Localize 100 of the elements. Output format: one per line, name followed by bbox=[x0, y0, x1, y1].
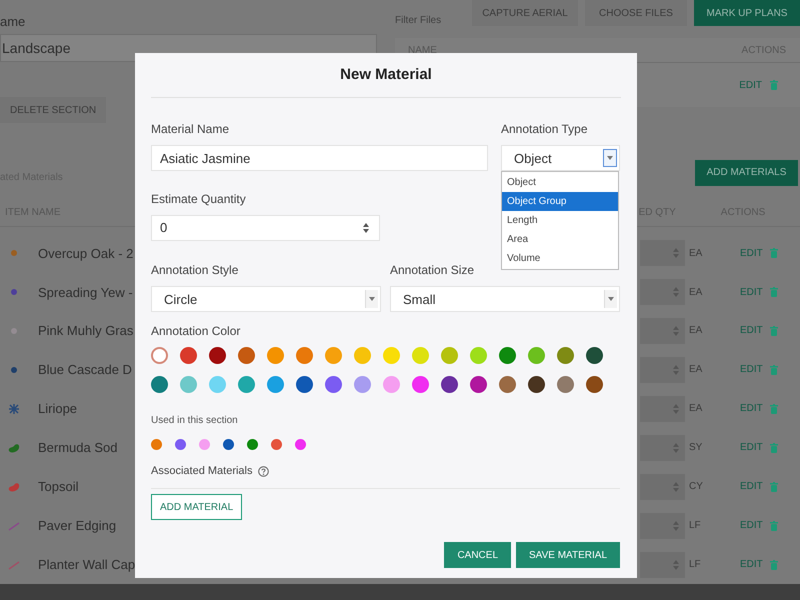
add-material-button[interactable]: ADD MATERIAL bbox=[151, 494, 242, 520]
quantity-field[interactable] bbox=[640, 434, 685, 461]
color-swatch[interactable] bbox=[354, 347, 371, 364]
item-name: Pink Muhly Gras bbox=[38, 323, 134, 338]
color-swatch[interactable] bbox=[528, 376, 545, 393]
trash-icon bbox=[770, 520, 778, 531]
color-swatch[interactable] bbox=[499, 347, 516, 364]
dropdown-option[interactable]: Area bbox=[502, 230, 618, 249]
color-swatch[interactable] bbox=[209, 347, 226, 364]
dialog-title: New Material bbox=[151, 53, 621, 98]
color-swatch[interactable] bbox=[470, 347, 487, 364]
unit-label: SY bbox=[688, 442, 704, 454]
quantity-field[interactable] bbox=[640, 279, 685, 306]
spinner-icon bbox=[673, 442, 679, 453]
color-swatch[interactable] bbox=[470, 376, 487, 393]
color-swatch[interactable] bbox=[180, 347, 197, 364]
color-swatch[interactable] bbox=[383, 347, 400, 364]
delete-section-button[interactable]: DELETE SECTION bbox=[0, 97, 106, 123]
toolbar-button[interactable]: CAPTURE AERIAL bbox=[472, 0, 578, 26]
toolbar-button[interactable]: MARK UP PLANS bbox=[694, 0, 800, 26]
dropdown-option[interactable]: Length bbox=[502, 211, 618, 230]
item-name: Paver Edging bbox=[38, 518, 116, 534]
color-swatch[interactable] bbox=[499, 376, 516, 393]
section-label: Associated Materials bbox=[151, 465, 252, 477]
field-label: Annotation Style bbox=[151, 262, 238, 279]
color-swatch[interactable] bbox=[180, 376, 197, 393]
help-icon bbox=[258, 466, 268, 476]
color-swatch[interactable] bbox=[209, 376, 226, 393]
color-swatch[interactable] bbox=[383, 376, 400, 393]
color-swatch[interactable] bbox=[412, 376, 429, 393]
filter-label: Filter Files bbox=[394, 14, 442, 26]
spinner-icon bbox=[673, 248, 679, 258]
chevron-down-icon bbox=[608, 297, 614, 301]
color-swatch[interactable] bbox=[151, 347, 168, 364]
trash-icon bbox=[770, 442, 778, 453]
trash-icon bbox=[770, 404, 778, 414]
toolbar-button[interactable]: CHOOSE FILES bbox=[585, 0, 687, 26]
trash-icon bbox=[770, 248, 778, 258]
annotation-style-select[interactable]: Circle bbox=[151, 286, 381, 312]
section-label: Used in this section bbox=[151, 414, 239, 428]
item-name: Blue Cascade D bbox=[38, 362, 132, 378]
color-swatch[interactable] bbox=[586, 376, 603, 393]
quantity-field[interactable] bbox=[640, 552, 685, 578]
item-name: Overcup Oak - 2 bbox=[38, 246, 134, 261]
quantity-field[interactable] bbox=[640, 512, 685, 539]
annotation-size-select[interactable]: Small bbox=[390, 286, 620, 312]
spinner-icon bbox=[673, 287, 679, 298]
quantity-field[interactable] bbox=[640, 474, 685, 500]
chevron-down-icon bbox=[607, 156, 613, 160]
color-swatch[interactable] bbox=[412, 347, 429, 364]
cancel-button[interactable]: CANCEL bbox=[444, 542, 512, 568]
save-button[interactable]: SAVE MATERIAL bbox=[516, 542, 620, 568]
material-name-field[interactable]: Asiatic Jasmine bbox=[151, 145, 488, 171]
color-swatch[interactable] bbox=[354, 376, 371, 393]
color-swatch[interactable] bbox=[267, 347, 284, 364]
item-name: Spreading Yew - bbox=[38, 284, 133, 300]
trash-icon bbox=[770, 364, 778, 375]
dropdown-option[interactable]: Volume bbox=[502, 249, 618, 268]
color-swatch[interactable] bbox=[441, 347, 458, 364]
color-swatch[interactable] bbox=[238, 347, 255, 364]
dropdown-option[interactable]: Object Group bbox=[502, 192, 618, 211]
field-label: ame bbox=[0, 14, 26, 30]
annotation-type-select[interactable]: Object bbox=[501, 145, 620, 171]
color-swatch[interactable] bbox=[296, 376, 313, 393]
field-label: Annotation Size bbox=[390, 262, 474, 279]
spinner-icon bbox=[673, 520, 679, 531]
unit-label: LF bbox=[688, 520, 702, 532]
color-swatch[interactable] bbox=[151, 376, 168, 393]
item-name: Liriope bbox=[38, 401, 78, 416]
unit-label: EA bbox=[688, 248, 704, 259]
trash-icon bbox=[770, 482, 778, 492]
edit-link[interactable]: EDIT bbox=[739, 80, 762, 90]
add-materials-button[interactable]: ADD MATERIALS bbox=[695, 160, 798, 186]
spinner-icon bbox=[673, 326, 679, 336]
quantity-field[interactable] bbox=[640, 240, 685, 266]
chevron-down-icon bbox=[369, 297, 375, 301]
dropdown-option[interactable]: Object bbox=[502, 173, 618, 192]
color-swatch[interactable] bbox=[238, 376, 255, 393]
color-swatch[interactable] bbox=[586, 347, 603, 364]
color-swatch[interactable] bbox=[267, 376, 284, 393]
color-swatch[interactable] bbox=[441, 376, 458, 393]
color-swatch[interactable] bbox=[325, 347, 342, 364]
field-label: Material Name bbox=[151, 121, 230, 138]
quantity-field[interactable] bbox=[640, 396, 685, 422]
unit-label: EA bbox=[688, 286, 704, 298]
field-label: Estimate Quantity bbox=[151, 191, 246, 208]
color-swatch[interactable] bbox=[557, 347, 574, 364]
unit-label: EA bbox=[688, 403, 704, 414]
quantity-field[interactable] bbox=[640, 318, 685, 344]
unit-label: EA bbox=[688, 325, 704, 336]
field-label: Annotation Color bbox=[151, 323, 240, 340]
spinner-icon bbox=[673, 482, 679, 492]
color-swatch[interactable] bbox=[557, 376, 574, 393]
color-swatch[interactable] bbox=[528, 347, 545, 364]
item-name: Planter Wall Cap bbox=[38, 557, 136, 572]
trash-icon bbox=[770, 287, 778, 298]
quantity-field[interactable] bbox=[640, 356, 685, 383]
quantity-input[interactable]: 0 bbox=[151, 215, 380, 241]
color-swatch[interactable] bbox=[325, 376, 342, 393]
color-swatch[interactable] bbox=[296, 347, 313, 364]
